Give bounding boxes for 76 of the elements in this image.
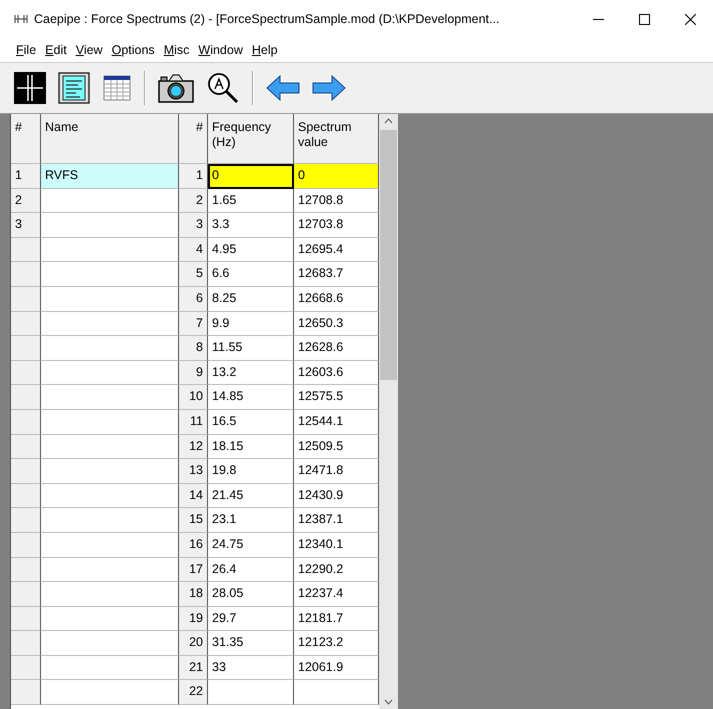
row-number: 3 <box>179 213 208 238</box>
row-number: 2 <box>179 188 208 214</box>
name-cell[interactable]: RVFS <box>41 164 179 189</box>
document-icon[interactable] <box>58 72 90 104</box>
row-number: 5 <box>179 262 208 287</box>
frequency-cell[interactable]: 18.15 <box>208 434 294 460</box>
column-header: # <box>11 114 41 164</box>
row-number: 12 <box>179 434 208 460</box>
menu-item[interactable]: Window <box>198 43 243 57</box>
frequency-cell[interactable]: 19.8 <box>208 459 294 484</box>
frequency-cell[interactable]: 31.35 <box>208 631 294 656</box>
frequency-cell[interactable]: 9.9 <box>208 312 294 336</box>
scroll-down-icon[interactable] <box>384 699 393 705</box>
menu-item[interactable]: Edit <box>45 43 67 57</box>
frequency-cell[interactable]: 3.3 <box>208 213 294 238</box>
menu-item[interactable]: Misc <box>164 43 190 57</box>
row-number: 19 <box>179 606 208 632</box>
row-number: 1 <box>179 164 208 189</box>
row-number: 11 <box>179 410 208 435</box>
row-number: 3 <box>11 213 41 238</box>
column-header: # <box>179 114 208 164</box>
scroll-up-icon[interactable] <box>384 118 393 124</box>
frequency-cell[interactable]: 6.6 <box>208 262 294 287</box>
window-title: Caepipe : Force Spectrums (2) - [ForceSpectrumSample.mod (D:\KPDevelopment... <box>34 12 500 26</box>
frequency-cell[interactable]: 26.4 <box>208 558 294 582</box>
frequency-cell[interactable]: 4.95 <box>208 238 294 262</box>
column-header: Spectrum value <box>294 114 379 164</box>
value-cell[interactable]: 0 <box>294 164 379 189</box>
row-number: 13 <box>179 459 208 484</box>
frequency-cell[interactable]: 14.85 <box>208 385 294 410</box>
app-icon <box>14 14 28 24</box>
table-icon[interactable] <box>102 73 132 103</box>
row-number: 14 <box>179 484 208 508</box>
row-number: 16 <box>179 532 208 558</box>
menu-item[interactable]: Help <box>252 43 278 57</box>
row-number: 22 <box>179 680 208 706</box>
menu-item[interactable]: Options <box>112 43 155 57</box>
row-number: 21 <box>179 656 208 680</box>
row-number: 6 <box>179 286 208 312</box>
row-number: 8 <box>179 336 208 361</box>
frequency-cell[interactable]: 33 <box>208 656 294 680</box>
column-header: Frequency (Hz) <box>208 114 294 164</box>
frequency-cell[interactable]: 11.55 <box>208 336 294 361</box>
row-number: 17 <box>179 558 208 582</box>
maximize-icon <box>638 14 650 24</box>
row-number: 15 <box>179 508 208 533</box>
row-number: 20 <box>179 631 208 656</box>
camera-icon[interactable] <box>158 72 194 104</box>
frequency-cell[interactable] <box>208 680 294 706</box>
column-header: Name <box>41 114 179 164</box>
frequency-cell[interactable]: 16.5 <box>208 410 294 435</box>
row-number: 1 <box>11 164 41 189</box>
scrollbar[interactable] <box>379 114 398 709</box>
row-number: 9 <box>179 360 208 386</box>
frequency-cell[interactable]: 1.65 <box>208 188 294 214</box>
row-number: 10 <box>179 385 208 410</box>
frequency-cell[interactable]: 13.2 <box>208 360 294 386</box>
row-number: 18 <box>179 582 208 607</box>
menu-item[interactable]: View <box>76 43 103 57</box>
frequency-cell[interactable]: 23.1 <box>208 508 294 533</box>
frequency-cell[interactable]: 0 <box>208 164 294 189</box>
row-number: 4 <box>179 238 208 262</box>
frequency-cell[interactable]: 28.05 <box>208 582 294 607</box>
scroll-thumb[interactable] <box>380 130 397 380</box>
frequency-cell[interactable]: 8.25 <box>208 286 294 312</box>
row-number: 7 <box>179 312 208 336</box>
frequency-cell[interactable]: 24.75 <box>208 532 294 558</box>
zoom-icon[interactable] <box>206 71 240 105</box>
frequency-cell[interactable]: 29.7 <box>208 606 294 632</box>
row-number: 2 <box>11 188 41 214</box>
frequency-cell[interactable]: 21.45 <box>208 484 294 508</box>
close-icon <box>684 14 696 24</box>
grid-icon[interactable] <box>14 72 46 104</box>
left-arrow-icon[interactable] <box>266 75 300 101</box>
menu-item[interactable]: File <box>16 43 36 57</box>
right-arrow-icon[interactable] <box>312 75 346 101</box>
